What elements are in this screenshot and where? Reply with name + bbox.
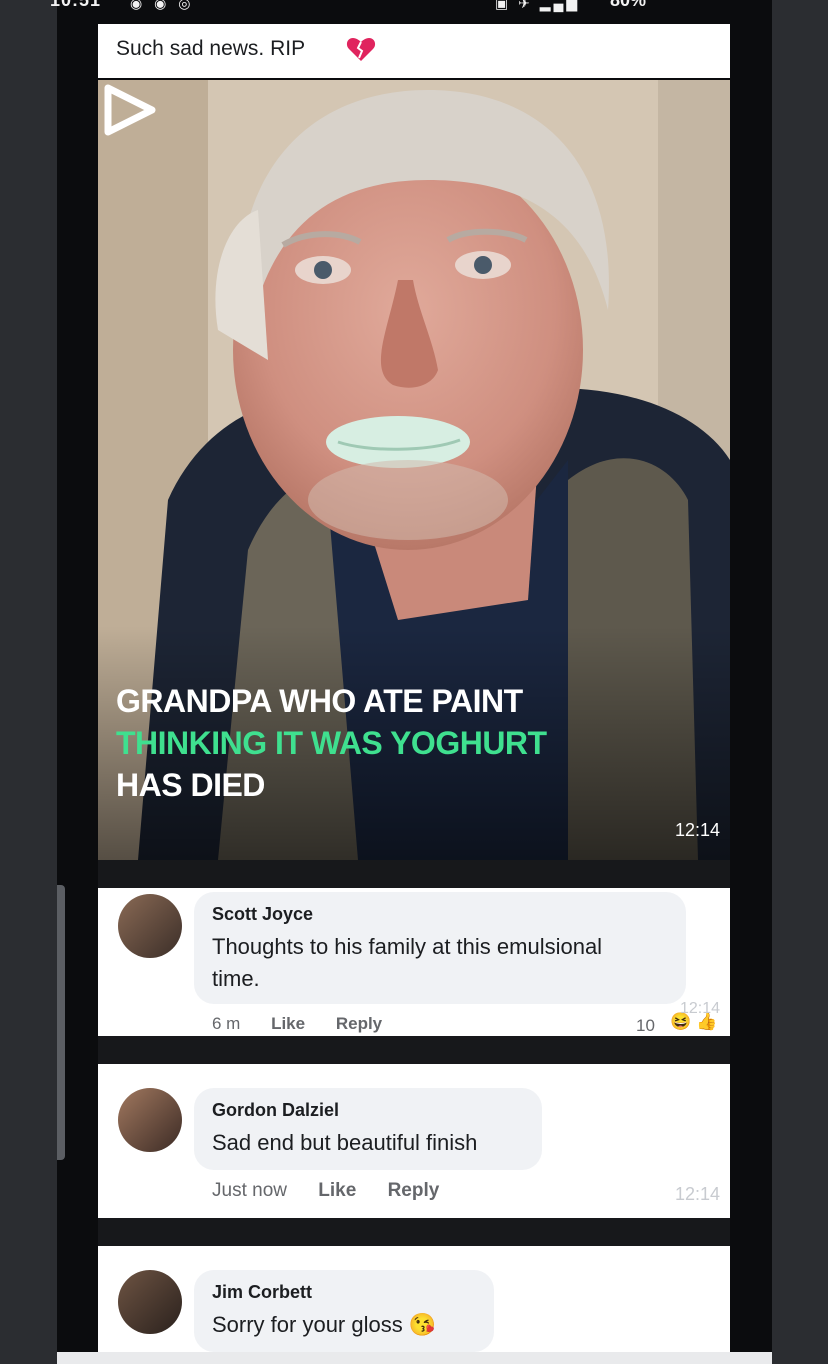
comment-bubble: Scott Joyce Thoughts to his family at th… [194, 892, 686, 1004]
comment-item: Gordon Dalziel Sad end but beautiful fin… [98, 1064, 730, 1218]
divider [98, 1036, 730, 1064]
comment-text-content: Sorry for your gloss [212, 1312, 403, 1337]
like-link[interactable]: Like [318, 1180, 356, 1201]
post-video[interactable]: GRANDPA WHO ATE PAINT THINKING IT WAS YO… [98, 80, 730, 860]
comment-item: Scott Joyce Thoughts to his family at th… [98, 888, 730, 1036]
comment-meta: Just now Like Reply [212, 1180, 465, 1202]
broken-heart-icon [346, 38, 376, 61]
system-icons: ▣ ✈ ▂▄▆ [495, 0, 581, 11]
headline-line-2: THINKING IT WAS YOGHURT [116, 725, 547, 761]
comment-text: Sad end but beautiful finish [212, 1130, 478, 1155]
divider [98, 860, 730, 888]
comment-time: Just now [212, 1180, 287, 1201]
reply-link[interactable]: Reply [388, 1180, 440, 1201]
comment-meta: 6 m Like Reply [212, 1014, 408, 1034]
ghost-time: 12:14 [674, 1184, 720, 1204]
divider [98, 1218, 730, 1246]
like-link[interactable]: Like [271, 1014, 305, 1033]
comment-text: Thoughts to his family at this emulsiona… [212, 934, 603, 959]
avatar[interactable] [118, 1088, 182, 1152]
headline-line-1: GRANDPA WHO ATE PAINT [116, 683, 523, 719]
comment-author[interactable]: Gordon Dalziel [212, 1100, 524, 1121]
battery-level: 80% [610, 0, 647, 10]
reply-link[interactable]: Reply [336, 1014, 382, 1033]
comment-bubble: Jim Corbett Sorry for your gloss 😘 [194, 1270, 494, 1352]
ghost-time: 12:14 [679, 1000, 720, 1017]
play-logo-icon [104, 84, 156, 136]
bottom-edge [57, 1352, 772, 1364]
comment-author[interactable]: Jim Corbett [212, 1282, 476, 1303]
notification-icons: ◉ ◉ ◎ [130, 0, 195, 11]
post-caption: Such sad news. RIP [116, 37, 306, 60]
scroll-indicator [57, 885, 65, 1160]
avatar[interactable] [118, 894, 182, 958]
post-caption-bar: Such sad news. RIP [98, 24, 730, 78]
video-headline: GRANDPA WHO ATE PAINT THINKING IT WAS YO… [116, 680, 547, 806]
video-duration: 12:14 [674, 820, 720, 840]
status-time: 10:51 [50, 0, 102, 10]
reaction-count[interactable]: 10 [636, 1016, 655, 1036]
comment-time: 6 m [212, 1014, 241, 1033]
comment-bubble: Gordon Dalziel Sad end but beautiful fin… [194, 1088, 542, 1170]
comment-text: Sorry for your gloss 😘 [212, 1309, 476, 1341]
comment-item: Jim Corbett Sorry for your gloss 😘 [98, 1246, 730, 1352]
status-bar: 10:51 ◉ ◉ ◎ ▣ ✈ ▂▄▆ 80% [40, 0, 675, 18]
headline-line-3: HAS DIED [116, 767, 265, 803]
comment-author[interactable]: Scott Joyce [212, 904, 668, 925]
avatar[interactable] [118, 1270, 182, 1334]
comment-text: time. [212, 966, 260, 991]
kissing-face-icon: 😘 [408, 1312, 437, 1337]
